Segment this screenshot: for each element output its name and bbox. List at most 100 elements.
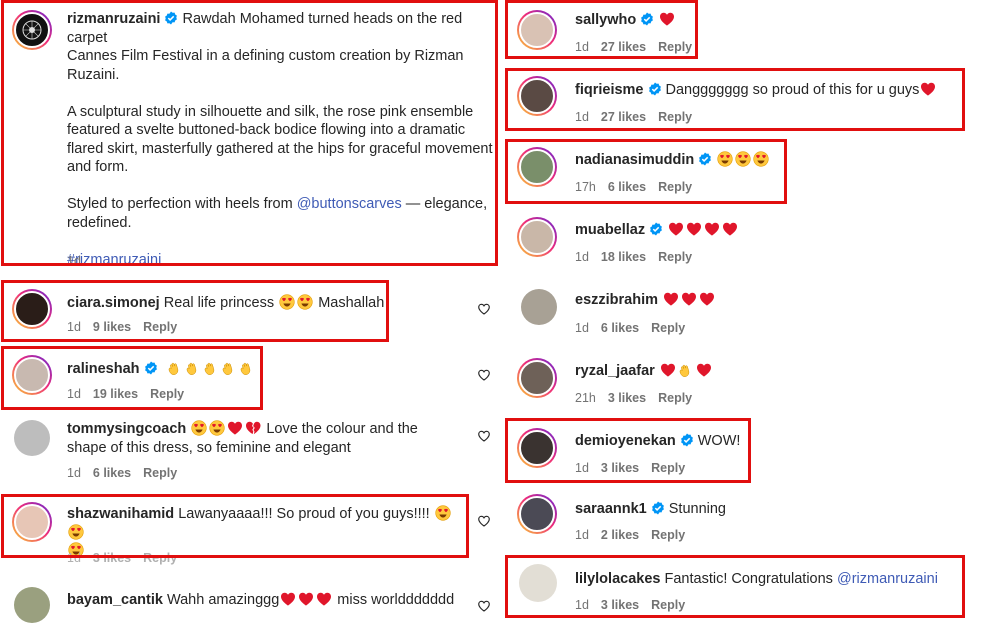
username[interactable]: ciara.simonej: [67, 295, 160, 311]
comment-meta: 1d 18 likes Reply: [575, 250, 693, 264]
verified-badge-icon: [640, 12, 654, 26]
verified-badge-icon: [698, 152, 712, 166]
avatar[interactable]: [519, 564, 557, 602]
heart-eyes-emoji-icon: [717, 151, 733, 167]
likes-count[interactable]: 3 likes: [93, 551, 131, 565]
username[interactable]: shazwanihamid: [67, 506, 174, 522]
avatar[interactable]: [12, 502, 52, 542]
avatar[interactable]: [517, 10, 557, 50]
comment-item: nadianasimuddin 17h 6 likes Reply: [505, 140, 1000, 202]
username[interactable]: bayam_cantik: [67, 592, 163, 608]
comment-item: eszzibrahim 1d 6 likes Reply: [505, 280, 1000, 342]
reply-button[interactable]: Reply: [658, 40, 692, 54]
likes-count[interactable]: 9 likes: [93, 320, 131, 334]
avatar[interactable]: [521, 289, 557, 325]
avatar[interactable]: [12, 289, 52, 329]
username[interactable]: fiqrieisme: [575, 82, 644, 98]
clap-emoji-icon: [239, 360, 255, 376]
username[interactable]: tommysingcoach: [67, 421, 186, 437]
likes-count[interactable]: 6 likes: [93, 466, 131, 480]
heart-emoji-icon: [699, 291, 715, 307]
avatar[interactable]: [517, 358, 557, 398]
avatar[interactable]: [517, 147, 557, 187]
username[interactable]: nadianasimuddin: [575, 152, 694, 168]
likes-count[interactable]: 18 likes: [601, 250, 646, 264]
comment-item: tommysingcoach Love the colour and the s…: [0, 414, 500, 489]
heart-emoji-icon: [668, 221, 684, 237]
username[interactable]: sallywho: [575, 12, 636, 28]
clap-emoji-icon: [203, 360, 219, 376]
heart-emoji-icon: [696, 362, 712, 378]
comment-item: lilylolacakes Fantastic! Congratulations…: [505, 558, 1000, 620]
reply-button[interactable]: Reply: [651, 321, 685, 335]
comment-meta: 21h 3 likes Reply: [575, 391, 693, 405]
avatar[interactable]: [12, 355, 52, 395]
verified-badge-icon: [144, 361, 158, 375]
avatar-rizmanruzaini[interactable]: [12, 10, 52, 50]
likes-count[interactable]: 27 likes: [601, 40, 646, 54]
reply-button[interactable]: Reply: [143, 551, 177, 565]
reply-button[interactable]: Reply: [651, 528, 685, 542]
like-heart-icon[interactable]: [477, 514, 491, 528]
like-heart-icon[interactable]: [477, 368, 491, 382]
comment-meta: 1d 3 likes Reply: [67, 551, 178, 565]
comment-item: bayam_cantik Wahh amazinggg miss worlddd…: [0, 583, 500, 623]
clap-emoji-icon: [185, 360, 201, 376]
username[interactable]: eszzibrahim: [575, 292, 658, 308]
clap-emoji-icon: [678, 362, 694, 378]
reply-button[interactable]: Reply: [143, 466, 177, 480]
likes-count[interactable]: 27 likes: [601, 110, 646, 124]
comment-item: ralineshah 1d 19 likes Reply: [0, 348, 500, 408]
heart-eyes-emoji-icon: [191, 420, 207, 436]
broken-heart-emoji-icon: [245, 420, 261, 436]
reply-button[interactable]: Reply: [143, 320, 177, 334]
avatar[interactable]: [14, 420, 50, 456]
avatar[interactable]: [517, 76, 557, 116]
hashtag-link[interactable]: #rizmanruzaini: [67, 251, 497, 270]
heart-eyes-emoji-icon: [279, 294, 295, 310]
heart-emoji-icon: [316, 591, 332, 607]
like-heart-icon[interactable]: [477, 599, 491, 613]
reply-button[interactable]: Reply: [658, 180, 692, 194]
comment-meta: 1d 6 likes Reply: [67, 466, 178, 480]
comment-item: shazwanihamid Lawanyaaaa!!! So proud of …: [0, 496, 500, 566]
reply-button[interactable]: Reply: [658, 110, 692, 124]
like-heart-icon[interactable]: [477, 302, 491, 316]
heart-emoji-icon: [227, 420, 243, 436]
like-heart-icon[interactable]: [477, 429, 491, 443]
avatar[interactable]: [517, 217, 557, 257]
username[interactable]: demioyenekan: [575, 433, 676, 449]
left-comments-panel: rizmanruzaini Rawdah Mohamed turned heads…: [0, 0, 500, 623]
heart-eyes-emoji-icon: [435, 505, 451, 521]
likes-count[interactable]: 3 likes: [608, 391, 646, 405]
username[interactable]: muabellaz: [575, 222, 645, 238]
post-caption: rizmanruzaini Rawdah Mohamed turned heads…: [0, 0, 500, 268]
username[interactable]: saraannk1: [575, 501, 647, 517]
reply-button[interactable]: Reply: [658, 250, 692, 264]
heart-eyes-emoji-icon: [735, 151, 751, 167]
username[interactable]: ryzal_jaafar: [575, 363, 655, 379]
mention-link[interactable]: @rizmanruzaini: [837, 571, 938, 587]
likes-count[interactable]: 3 likes: [601, 461, 639, 475]
reply-button[interactable]: Reply: [150, 387, 184, 401]
username[interactable]: rizmanruzaini: [67, 11, 160, 27]
reply-button[interactable]: Reply: [651, 598, 685, 612]
reply-button[interactable]: Reply: [658, 391, 692, 405]
mention-link[interactable]: @buttonscarves: [297, 196, 402, 212]
username[interactable]: lilylolacakes: [575, 571, 660, 587]
likes-count[interactable]: 3 likes: [601, 598, 639, 612]
username[interactable]: ralineshah: [67, 361, 140, 377]
comment-item: sallywho 1d 27 likes Reply: [505, 0, 1000, 60]
avatar[interactable]: [517, 494, 557, 534]
likes-count[interactable]: 19 likes: [93, 387, 138, 401]
likes-count[interactable]: 6 likes: [608, 180, 646, 194]
likes-count[interactable]: 2 likes: [601, 528, 639, 542]
heart-emoji-icon: [686, 221, 702, 237]
avatar[interactable]: [14, 587, 50, 623]
likes-count[interactable]: 6 likes: [601, 321, 639, 335]
avatar[interactable]: [517, 428, 557, 468]
verified-badge-icon: [651, 501, 665, 515]
reply-button[interactable]: Reply: [651, 461, 685, 475]
verified-badge-icon: [648, 82, 662, 96]
comment-meta: 1d 9 likes Reply: [67, 320, 178, 334]
